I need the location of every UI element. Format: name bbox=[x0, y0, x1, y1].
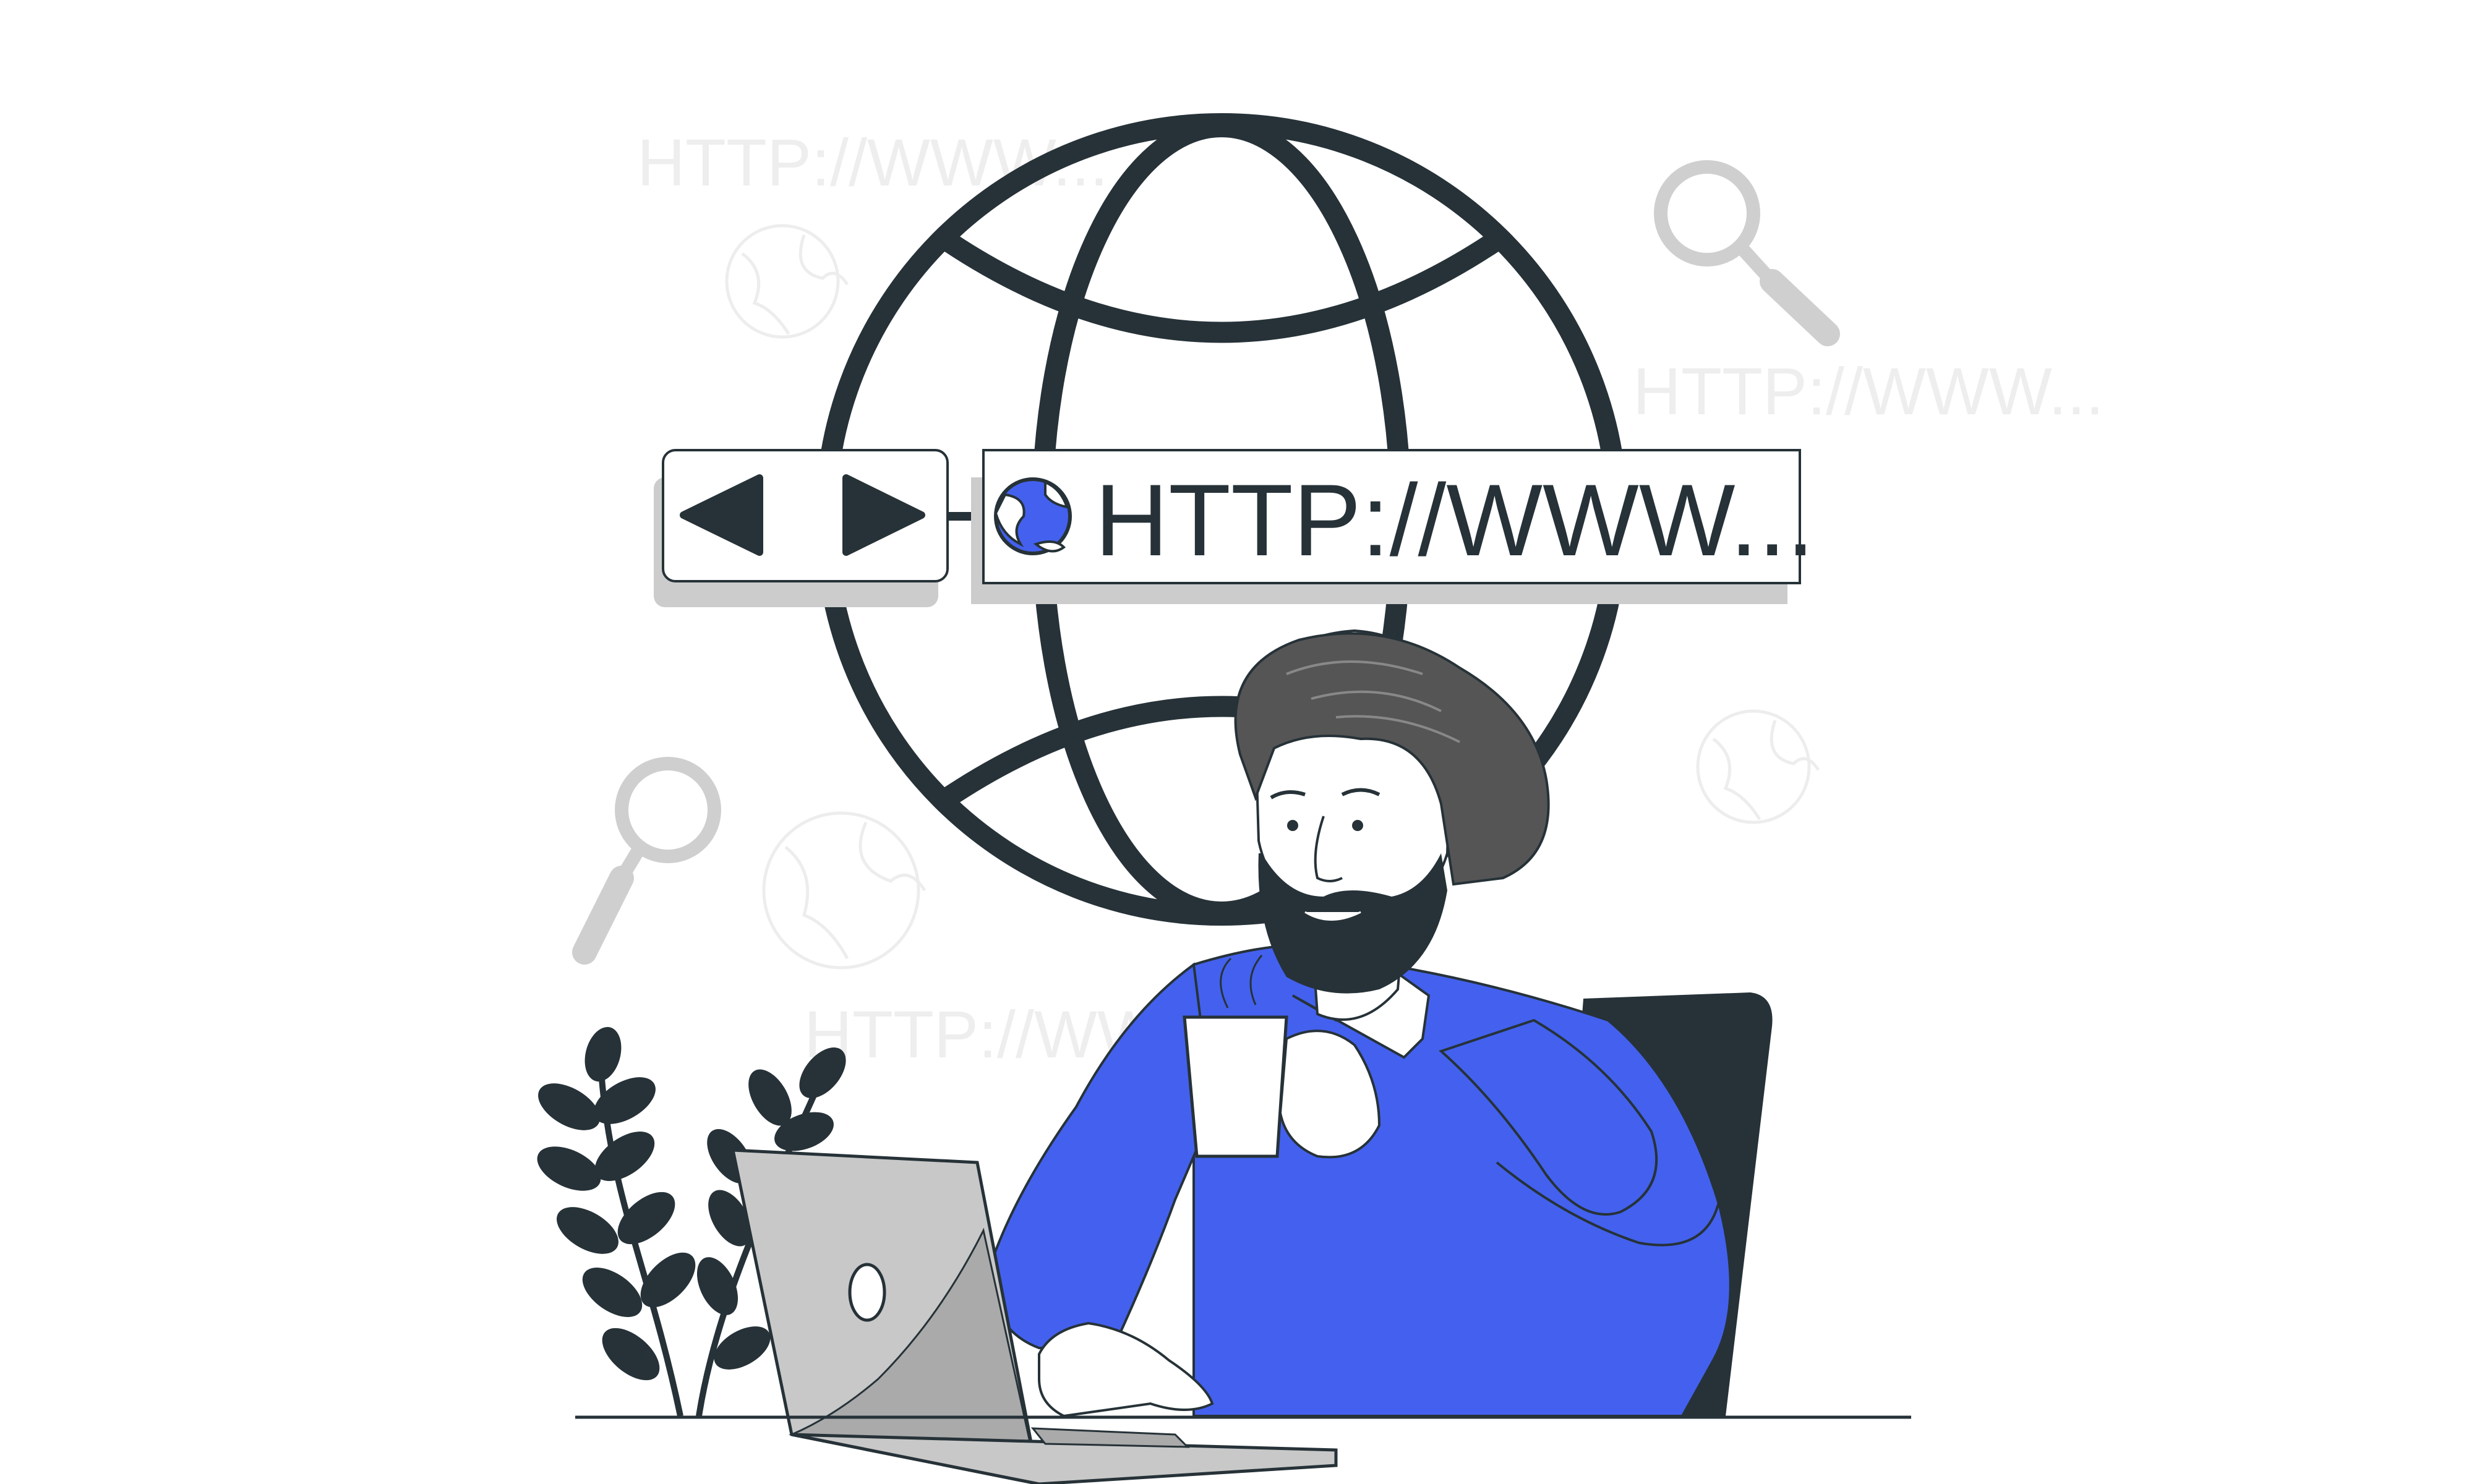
illustration-canvas: HTTP://WWW... HTTP://WWW... HTTP://WWW..… bbox=[537, 113, 2104, 1484]
faint-globe-icon bbox=[762, 811, 927, 970]
bg-url-text-2: HTTP://WWW... bbox=[1633, 354, 2104, 429]
address-globe-icon bbox=[994, 477, 1072, 555]
address-bar-url: HTTP://WWW... bbox=[1095, 463, 1815, 577]
faint-globe-icon bbox=[725, 224, 849, 339]
faint-globe-icon bbox=[1696, 709, 1820, 824]
magnifier-icon bbox=[1654, 160, 1840, 346]
browser-nav-box bbox=[654, 449, 949, 607]
magnifier-icon bbox=[572, 757, 721, 965]
